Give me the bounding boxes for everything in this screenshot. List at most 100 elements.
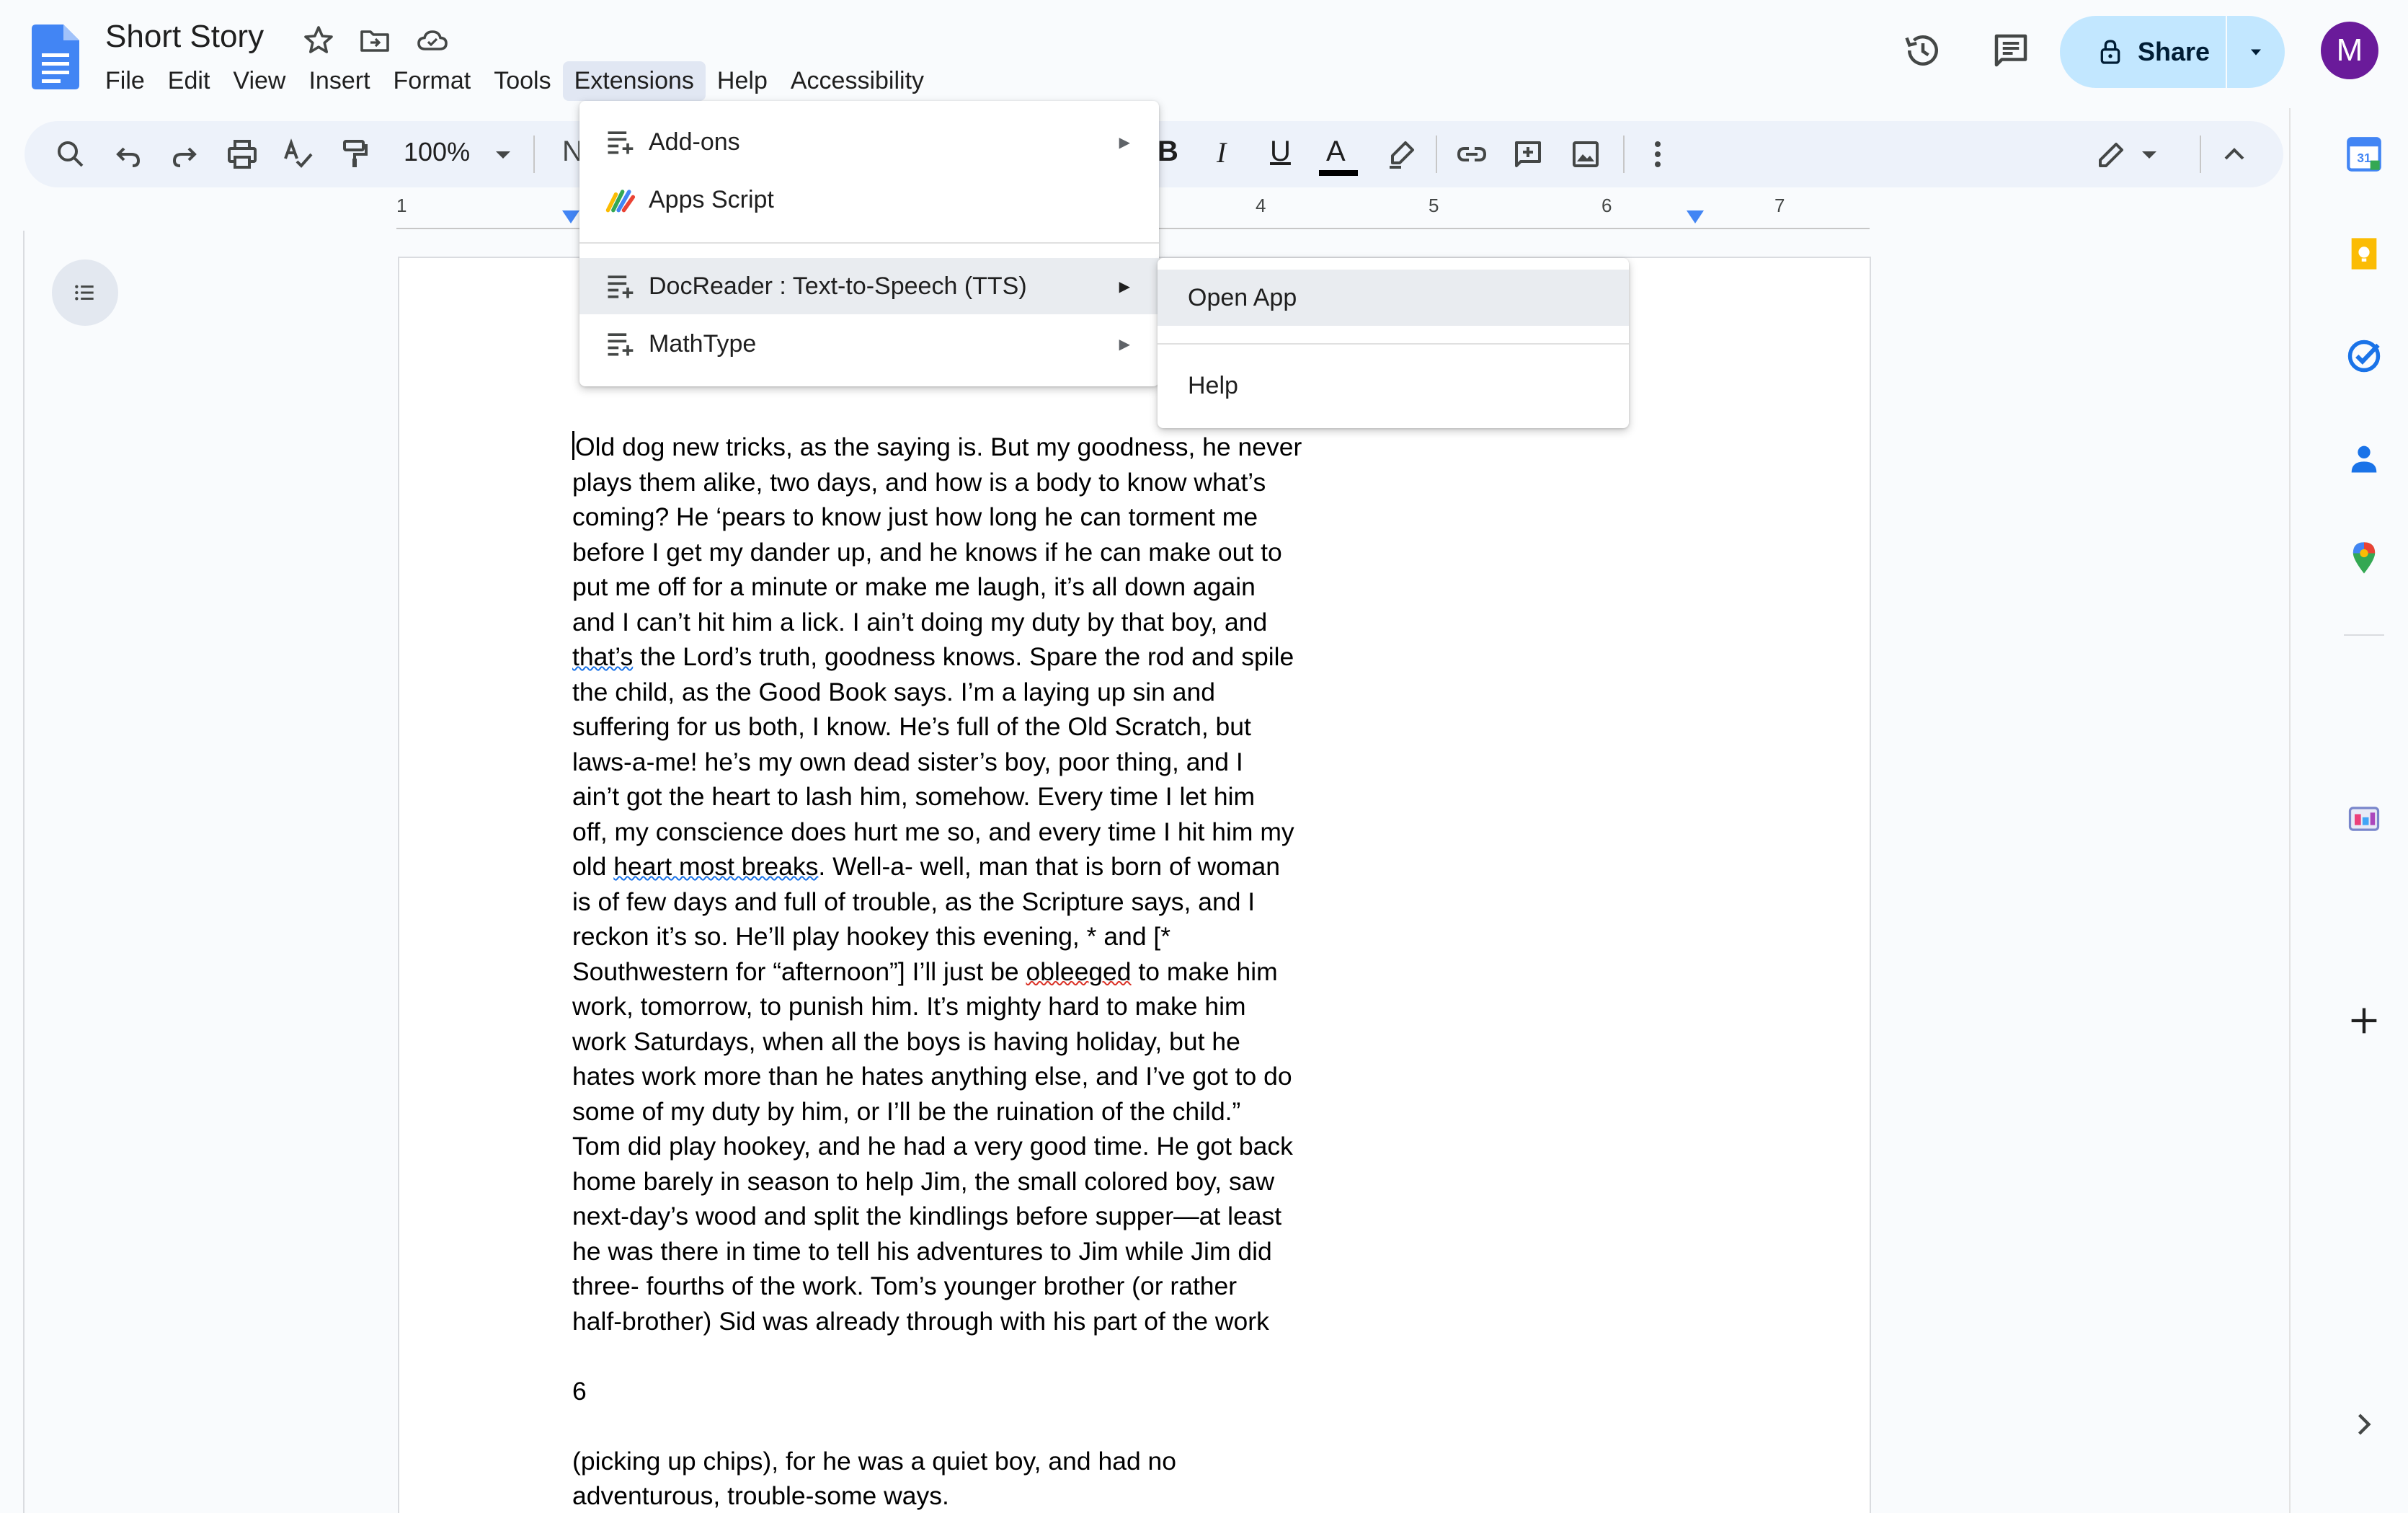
italic-button[interactable]: I xyxy=(1217,136,1226,169)
menu-extensions[interactable]: Extensions xyxy=(562,61,706,101)
zoom-value[interactable]: 100% xyxy=(404,137,470,167)
menu-separator xyxy=(1158,343,1629,345)
menu-item-help[interactable]: Help xyxy=(1158,358,1629,414)
text-color-button[interactable]: A xyxy=(1326,136,1346,168)
editing-mode-icon[interactable] xyxy=(2094,137,2129,172)
paint-format-icon[interactable] xyxy=(337,137,372,172)
keep-icon[interactable] xyxy=(2345,235,2383,272)
docs-logo-icon[interactable] xyxy=(32,25,79,89)
toolbar-divider xyxy=(533,136,535,173)
toolbar-divider xyxy=(1623,136,1625,173)
more-options-icon[interactable] xyxy=(1640,137,1675,172)
spelling-error[interactable]: obleeged xyxy=(1026,957,1131,986)
maps-icon[interactable] xyxy=(2345,539,2383,577)
menu-item-label: Help xyxy=(1188,371,1238,399)
vertical-ruler[interactable] xyxy=(0,231,25,1513)
calendar-icon[interactable]: 31 xyxy=(2345,136,2383,173)
insert-image-icon[interactable] xyxy=(1568,137,1603,172)
document-body[interactable]: Old dog new tricks, as the saying is. Bu… xyxy=(572,430,1365,1513)
body-line xyxy=(572,1408,1365,1444)
menu-item-addons[interactable]: Add-ons ▶ xyxy=(579,114,1159,170)
move-folder-icon[interactable] xyxy=(357,23,392,58)
highlight-pen-icon[interactable] xyxy=(1384,137,1418,172)
version-history-icon[interactable] xyxy=(1901,29,1945,72)
comments-icon[interactable] xyxy=(1989,29,2032,72)
search-menus-icon[interactable] xyxy=(53,137,88,172)
document-title[interactable]: Short Story xyxy=(105,19,264,55)
cloud-saved-icon[interactable] xyxy=(415,23,450,58)
body-line: laws-a-me! he’s my own dead sister’s boy… xyxy=(572,747,1243,776)
get-addons-plus-icon[interactable] xyxy=(2345,1002,2383,1039)
body-line: the child, as the Good Book says. I’m a … xyxy=(572,677,1215,706)
body-line: some of my duty by him, or I’ll be the r… xyxy=(572,1096,1241,1126)
expand-side-panel-chevron-icon[interactable] xyxy=(2345,1406,2383,1443)
extensions-menu: Add-ons ▶ Apps Script DocReader : Text-t… xyxy=(579,101,1159,386)
menu-file[interactable]: File xyxy=(94,61,156,101)
share-main[interactable]: Share xyxy=(2060,16,2226,88)
body-line: next-day’s wood and split the kindlings … xyxy=(572,1202,1282,1230)
body-line: that’s the Lord’s truth, goodness knows.… xyxy=(572,642,1294,671)
undo-icon[interactable] xyxy=(111,137,146,172)
menu-item-apps-script[interactable]: Apps Script xyxy=(579,172,1159,228)
addon-list-icon xyxy=(608,131,634,154)
body-line: work Saturdays, when all the boys is hav… xyxy=(572,1026,1240,1056)
hide-menus-chevron-icon[interactable] xyxy=(2217,137,2252,172)
menu-accessibility[interactable]: Accessibility xyxy=(779,61,936,101)
menu-bar: File Edit View Insert Format Tools Exten… xyxy=(94,61,936,101)
share-button[interactable]: Share xyxy=(2060,16,2285,88)
redo-icon[interactable] xyxy=(167,137,202,172)
body-line: is of few days and full of trouble, as t… xyxy=(572,887,1256,916)
menu-item-label: Add-ons xyxy=(649,128,740,156)
account-avatar[interactable]: M xyxy=(2321,22,2378,79)
share-options-button[interactable] xyxy=(2227,42,2285,62)
spelling-check-icon[interactable] xyxy=(281,137,316,172)
apps-script-icon xyxy=(605,190,636,213)
underline-button[interactable]: U xyxy=(1270,136,1291,168)
insert-link-icon[interactable] xyxy=(1454,137,1489,172)
text-color-swatch xyxy=(1319,170,1358,176)
addon-app-icon[interactable] xyxy=(2345,800,2383,838)
menu-item-open-app[interactable]: Open App xyxy=(1158,270,1629,326)
add-comment-icon[interactable] xyxy=(1511,137,1545,172)
body-line: work, tomorrow, to punish him. It’s migh… xyxy=(572,992,1246,1021)
body-line: adventurous, trouble-some ways. xyxy=(572,1481,949,1510)
body-line: home barely in season to help Jim, the s… xyxy=(572,1166,1275,1196)
body-line: Tom did play hookey, and he had a very g… xyxy=(572,1132,1293,1161)
menu-format[interactable]: Format xyxy=(382,61,483,101)
menu-help[interactable]: Help xyxy=(706,61,779,101)
star-icon[interactable] xyxy=(301,23,336,58)
menu-item-label: Apps Script xyxy=(649,185,774,213)
right-indent-marker-icon[interactable] xyxy=(1685,209,1705,226)
document-outline-button[interactable] xyxy=(52,259,118,326)
caret-down-icon xyxy=(2251,49,2261,56)
left-indent-marker-icon[interactable] xyxy=(561,209,581,226)
body-line: put me off for a minute or make me laugh… xyxy=(572,572,1256,601)
contacts-icon[interactable] xyxy=(2345,440,2383,477)
menu-item-mathtype[interactable]: MathType ▶ xyxy=(579,316,1159,372)
toolbar-divider xyxy=(1436,136,1437,173)
menu-view[interactable]: View xyxy=(221,61,297,101)
menu-edit[interactable]: Edit xyxy=(156,61,222,101)
ruler-number: 4 xyxy=(1256,195,1266,216)
menu-insert[interactable]: Insert xyxy=(297,61,381,101)
tasks-icon[interactable] xyxy=(2345,337,2383,375)
body-line: hates work more than he hates anything e… xyxy=(572,1062,1292,1091)
body-line: coming? He ‘pears to know just how long … xyxy=(572,502,1258,531)
bold-button[interactable]: B xyxy=(1158,136,1178,168)
editing-mode-dropdown-icon[interactable] xyxy=(2132,137,2167,172)
body-line: old heart most breaks. Well-a- well, man… xyxy=(572,852,1280,881)
menu-tools[interactable]: Tools xyxy=(482,61,562,101)
ruler-number: 6 xyxy=(1601,195,1612,216)
submenu-arrow-icon: ▶ xyxy=(1119,336,1130,352)
grammar-suggestion[interactable]: heart most breaks xyxy=(613,852,818,881)
grammar-suggestion[interactable]: that’s xyxy=(572,642,633,671)
body-line: Southwestern for “afternoon”] I’ll just … xyxy=(572,957,1278,986)
outline-list-icon xyxy=(75,285,94,301)
ruler-number: 7 xyxy=(1774,195,1785,216)
body-line: (picking up chips), for he was a quiet b… xyxy=(572,1446,1177,1476)
body-line: Old dog new tricks, as the saying is. Bu… xyxy=(572,430,1365,465)
menu-item-docreader[interactable]: DocReader : Text-to-Speech (TTS) ▶ xyxy=(579,258,1159,314)
zoom-dropdown-icon[interactable] xyxy=(486,137,520,172)
ruler-number: 1 xyxy=(396,195,407,216)
print-icon[interactable] xyxy=(225,137,259,172)
